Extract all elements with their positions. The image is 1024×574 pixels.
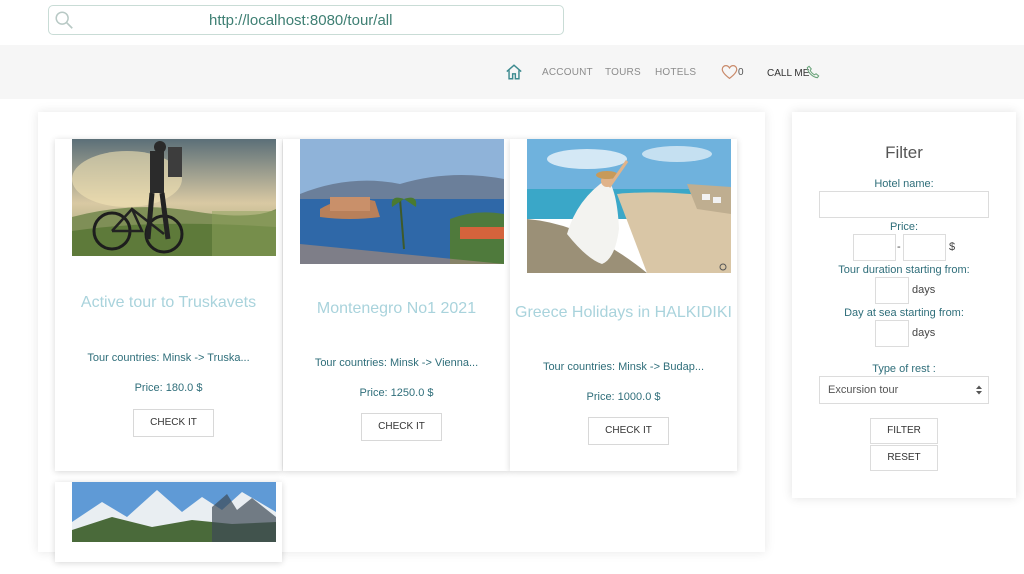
tour-card: Active tour to Truskavets Tour countries… (55, 139, 282, 471)
top-navbar: ACCOUNT TOURS HOTELS 0 CALL ME (0, 45, 1024, 99)
tour-image-mountains[interactable] (72, 482, 276, 542)
tour-card: Montenegro No1 2021 Tour countries: Mins… (283, 139, 510, 471)
home-icon[interactable] (505, 63, 523, 81)
price-label: Price: (889, 221, 919, 233)
tour-price: Price: 180.0 $ (134, 382, 203, 394)
reset-button[interactable]: RESET (870, 445, 938, 471)
price-dash: - (897, 241, 901, 253)
filter-panel: Filter Hotel name: Price: - $ Tour durat… (792, 112, 1016, 498)
rest-type-label: Type of rest : (872, 363, 936, 375)
search-icon (55, 11, 73, 29)
tour-title[interactable]: Montenegro No1 2021 (283, 297, 510, 320)
tour-image-montenegro[interactable] (300, 139, 504, 264)
url-text: http://localhost:8080/tour/all (209, 12, 393, 29)
hotel-name-label: Hotel name: (874, 178, 934, 190)
tour-price: Price: 1000.0 $ (586, 391, 661, 403)
tour-image-cyclist[interactable] (72, 139, 276, 256)
call-me-link[interactable]: CALL ME (767, 68, 809, 79)
check-it-button[interactable]: CHECK IT (361, 413, 442, 441)
tour-card (55, 482, 282, 562)
price-max-input[interactable] (903, 234, 946, 261)
rest-type-select[interactable]: Excursion tour (819, 376, 989, 404)
tour-title[interactable]: Greece Holidays in HALKIDIKI (510, 301, 737, 324)
nav-account[interactable]: ACCOUNT (542, 67, 593, 78)
sea-days-label: Day at sea starting from: (844, 307, 964, 319)
tour-countries: Tour countries: Minsk -> Vienna... (314, 357, 479, 369)
phone-icon[interactable] (806, 65, 820, 79)
nav-tours[interactable]: TOURS (605, 67, 641, 78)
duration-input[interactable] (875, 277, 909, 304)
heart-icon[interactable] (721, 64, 738, 80)
tour-image-greece[interactable] (527, 139, 731, 273)
tour-card: Greece Holidays in HALKIDIKI Tour countr… (510, 139, 737, 471)
sea-days-input[interactable] (875, 320, 909, 347)
tour-countries: Tour countries: Minsk -> Truska... (87, 352, 250, 364)
favorites-count: 0 (738, 67, 744, 78)
filter-title: Filter (885, 143, 923, 162)
duration-label: Tour duration starting from: (838, 264, 970, 276)
sea-days-unit: days (912, 327, 936, 339)
rest-type-value: Excursion tour (828, 384, 899, 396)
tour-countries: Tour countries: Minsk -> Budap... (542, 361, 705, 373)
check-it-button[interactable]: CHECK IT (588, 417, 669, 445)
duration-unit: days (912, 284, 936, 296)
tours-panel: Active tour to Truskavets Tour countries… (38, 112, 765, 562)
select-arrows-icon (976, 385, 982, 395)
nav-hotels[interactable]: HOTELS (655, 67, 696, 78)
price-currency: $ (949, 241, 956, 253)
hotel-name-input[interactable] (819, 191, 989, 218)
address-bar[interactable]: http://localhost:8080/tour/all (48, 5, 564, 35)
price-min-input[interactable] (853, 234, 896, 261)
tour-title[interactable]: Active tour to Truskavets (55, 291, 282, 314)
filter-button[interactable]: FILTER (870, 418, 938, 444)
tour-price: Price: 1250.0 $ (359, 387, 434, 399)
check-it-button[interactable]: CHECK IT (133, 409, 214, 437)
